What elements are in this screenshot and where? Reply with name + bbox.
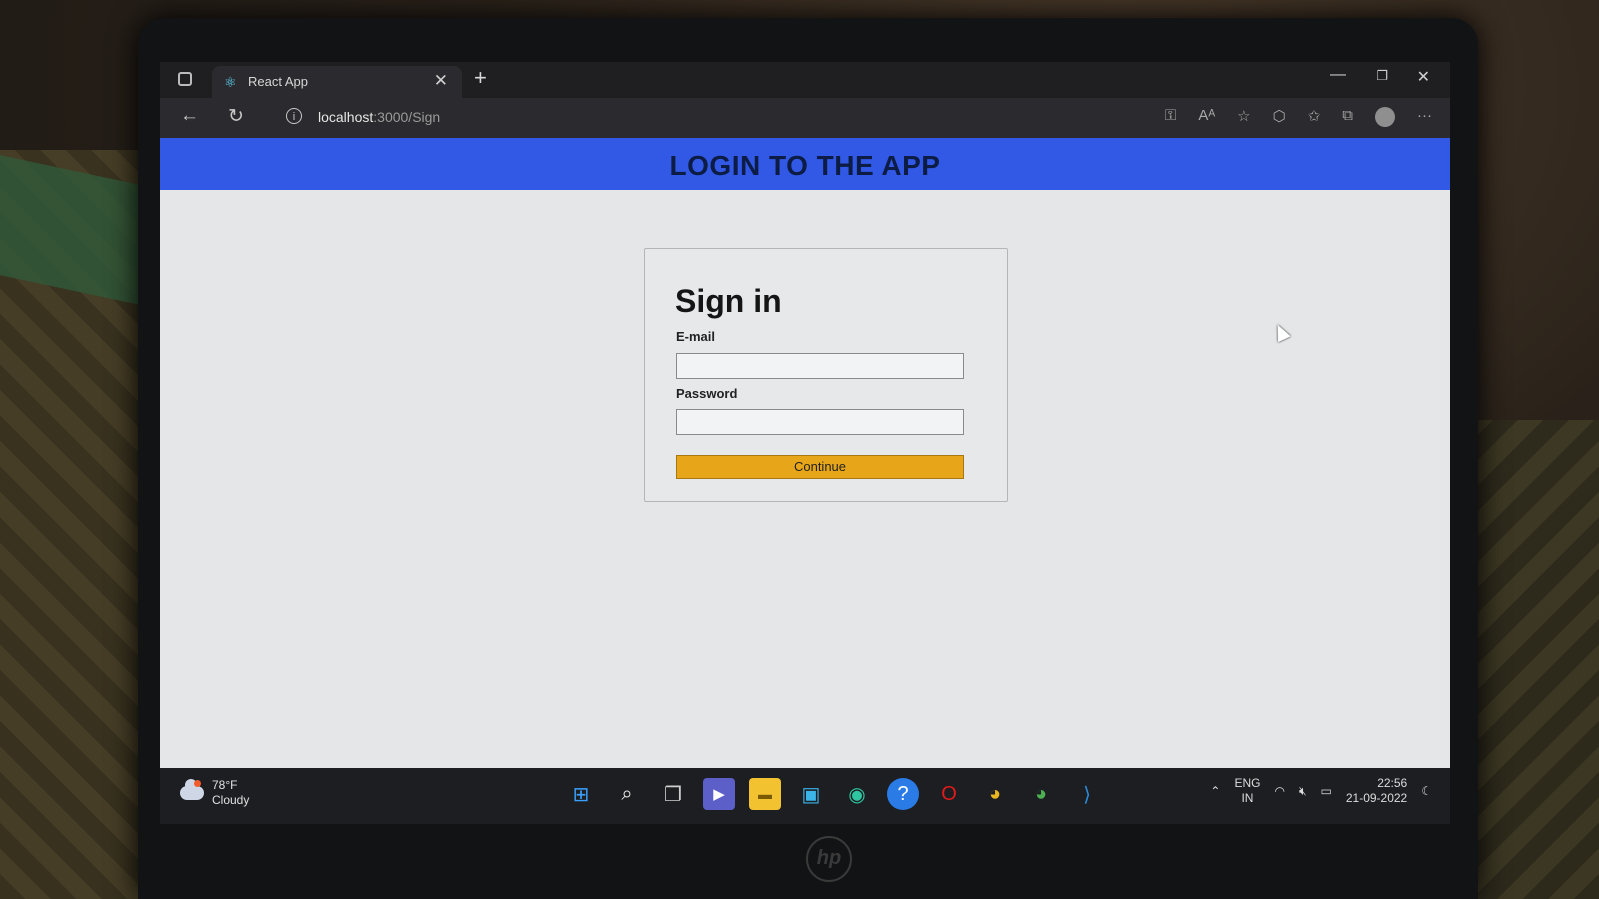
chrome-profile-icon[interactable]: ◕ <box>1025 778 1057 810</box>
password-label: Password <box>676 386 738 401</box>
site-info-icon[interactable]: i <box>286 108 302 124</box>
key-icon[interactable]: ⚿ <box>1165 107 1176 127</box>
minimize-icon[interactable]: — <box>1330 66 1346 84</box>
edge-icon[interactable]: ◉ <box>841 778 873 810</box>
tab-title: React App <box>248 74 308 89</box>
help-icon[interactable]: ? <box>887 778 919 810</box>
language-indicator[interactable]: ENG IN <box>1234 776 1260 806</box>
notification-icon[interactable]: ☾ <box>1421 784 1432 798</box>
taskbar: 78°F Cloudy ⊞ ⌕ ❐ ▶ ▬ ▣ ◉ ? O ◕ ◕ ⟩ ⌃ EN… <box>160 768 1450 824</box>
signin-card: Sign in E-mail Password Continue <box>644 248 1008 502</box>
profile-avatar[interactable] <box>1375 107 1395 127</box>
more-menu-icon[interactable]: ··· <box>1417 107 1432 127</box>
favorites-icon[interactable]: ✩ <box>1308 107 1321 127</box>
clock-time: 22:56 <box>1377 776 1408 790</box>
web-page: LOGIN TO THE APP Sign in E-mail Password… <box>160 138 1450 768</box>
read-aloud-icon[interactable]: Aᴬ <box>1198 107 1215 127</box>
chrome-icon[interactable]: ◕ <box>979 778 1011 810</box>
url-path: :3000/Sign <box>373 109 441 125</box>
new-tab-button[interactable]: + <box>474 65 487 91</box>
browser-toolbar: ⚿ Aᴬ ☆ ⬡ ✩ ⧉ ··· <box>1165 107 1432 127</box>
language-code: ENG <box>1234 776 1261 790</box>
close-tab-icon[interactable]: ✕ <box>434 71 448 91</box>
taskbar-apps: ⊞ ⌕ ❐ ▶ ▬ ▣ ◉ ? O ◕ ◕ ⟩ <box>565 778 1103 810</box>
clock-date: 21-09-2022 <box>1345 791 1408 805</box>
battery-icon[interactable]: ▭ <box>1321 784 1332 798</box>
weather-widget[interactable]: 78°F Cloudy <box>180 778 249 808</box>
refresh-icon[interactable]: ↻ <box>228 105 244 128</box>
weather-condition: Cloudy <box>212 793 250 807</box>
continue-button[interactable]: Continue <box>676 455 964 479</box>
region-code: IN <box>1241 791 1254 805</box>
task-view-icon[interactable]: ❐ <box>657 778 689 810</box>
email-field[interactable] <box>676 353 964 379</box>
close-window-icon[interactable]: ✕ <box>1417 67 1430 87</box>
windows-start-icon[interactable]: ⊞ <box>565 778 597 810</box>
volume-muted-icon[interactable]: 🔇︎ <box>1299 784 1307 799</box>
url-host: localhost <box>318 109 374 125</box>
opera-icon[interactable]: O <box>933 778 965 810</box>
address-bar[interactable]: localhost:3000/Sign <box>318 109 440 125</box>
hp-logo: hp <box>806 836 852 882</box>
clock[interactable]: 22:56 21-09-2022 <box>1346 776 1407 806</box>
teams-icon[interactable]: ▶ <box>703 778 735 810</box>
background-fabric-right <box>1459 420 1599 899</box>
page-header: LOGIN TO THE APP <box>160 138 1450 190</box>
remote-desktop-icon[interactable]: ▣ <box>795 778 827 810</box>
cloud-icon <box>180 779 204 800</box>
vscode-icon[interactable]: ⟩ <box>1071 778 1103 810</box>
back-icon[interactable]: ← <box>180 105 199 127</box>
address-bar-row: ← ↻ i localhost:3000/Sign ⚿ Aᴬ ☆ ⬡ ✩ ⧉ ·… <box>160 98 1450 138</box>
browser-window: ⚛ React App ✕ + — ❐ ✕ ← ↻ i localhost:30… <box>160 62 1450 768</box>
email-label: E-mail <box>676 329 716 344</box>
add-favorite-icon[interactable]: ☆ <box>1237 107 1250 127</box>
show-hidden-icons[interactable]: ⌃ <box>1210 784 1220 798</box>
tab-react-app[interactable]: ⚛ React App ✕ <box>212 66 462 98</box>
extensions-icon[interactable]: ⬡ <box>1273 107 1286 127</box>
tab-strip: ⚛ React App ✕ + — ❐ ✕ <box>160 62 1450 98</box>
mouse-cursor-icon <box>1271 321 1291 343</box>
weather-temp: 78°F <box>212 778 238 792</box>
wifi-icon[interactable]: ◠ <box>1274 784 1284 798</box>
search-icon[interactable]: ⌕ <box>611 778 643 810</box>
maximize-icon[interactable]: ❐ <box>1376 68 1388 84</box>
password-field[interactable] <box>676 409 964 435</box>
signin-title: Sign in <box>675 283 782 319</box>
system-tray: ⌃ ENG IN ◠ 🔇︎ ▭ 22:56 21-09-2022 ☾ <box>1210 776 1432 806</box>
react-icon: ⚛ <box>224 74 237 90</box>
file-explorer-icon[interactable]: ▬ <box>749 778 781 810</box>
tab-actions-icon[interactable] <box>178 72 192 86</box>
collections-icon[interactable]: ⧉ <box>1342 107 1353 127</box>
